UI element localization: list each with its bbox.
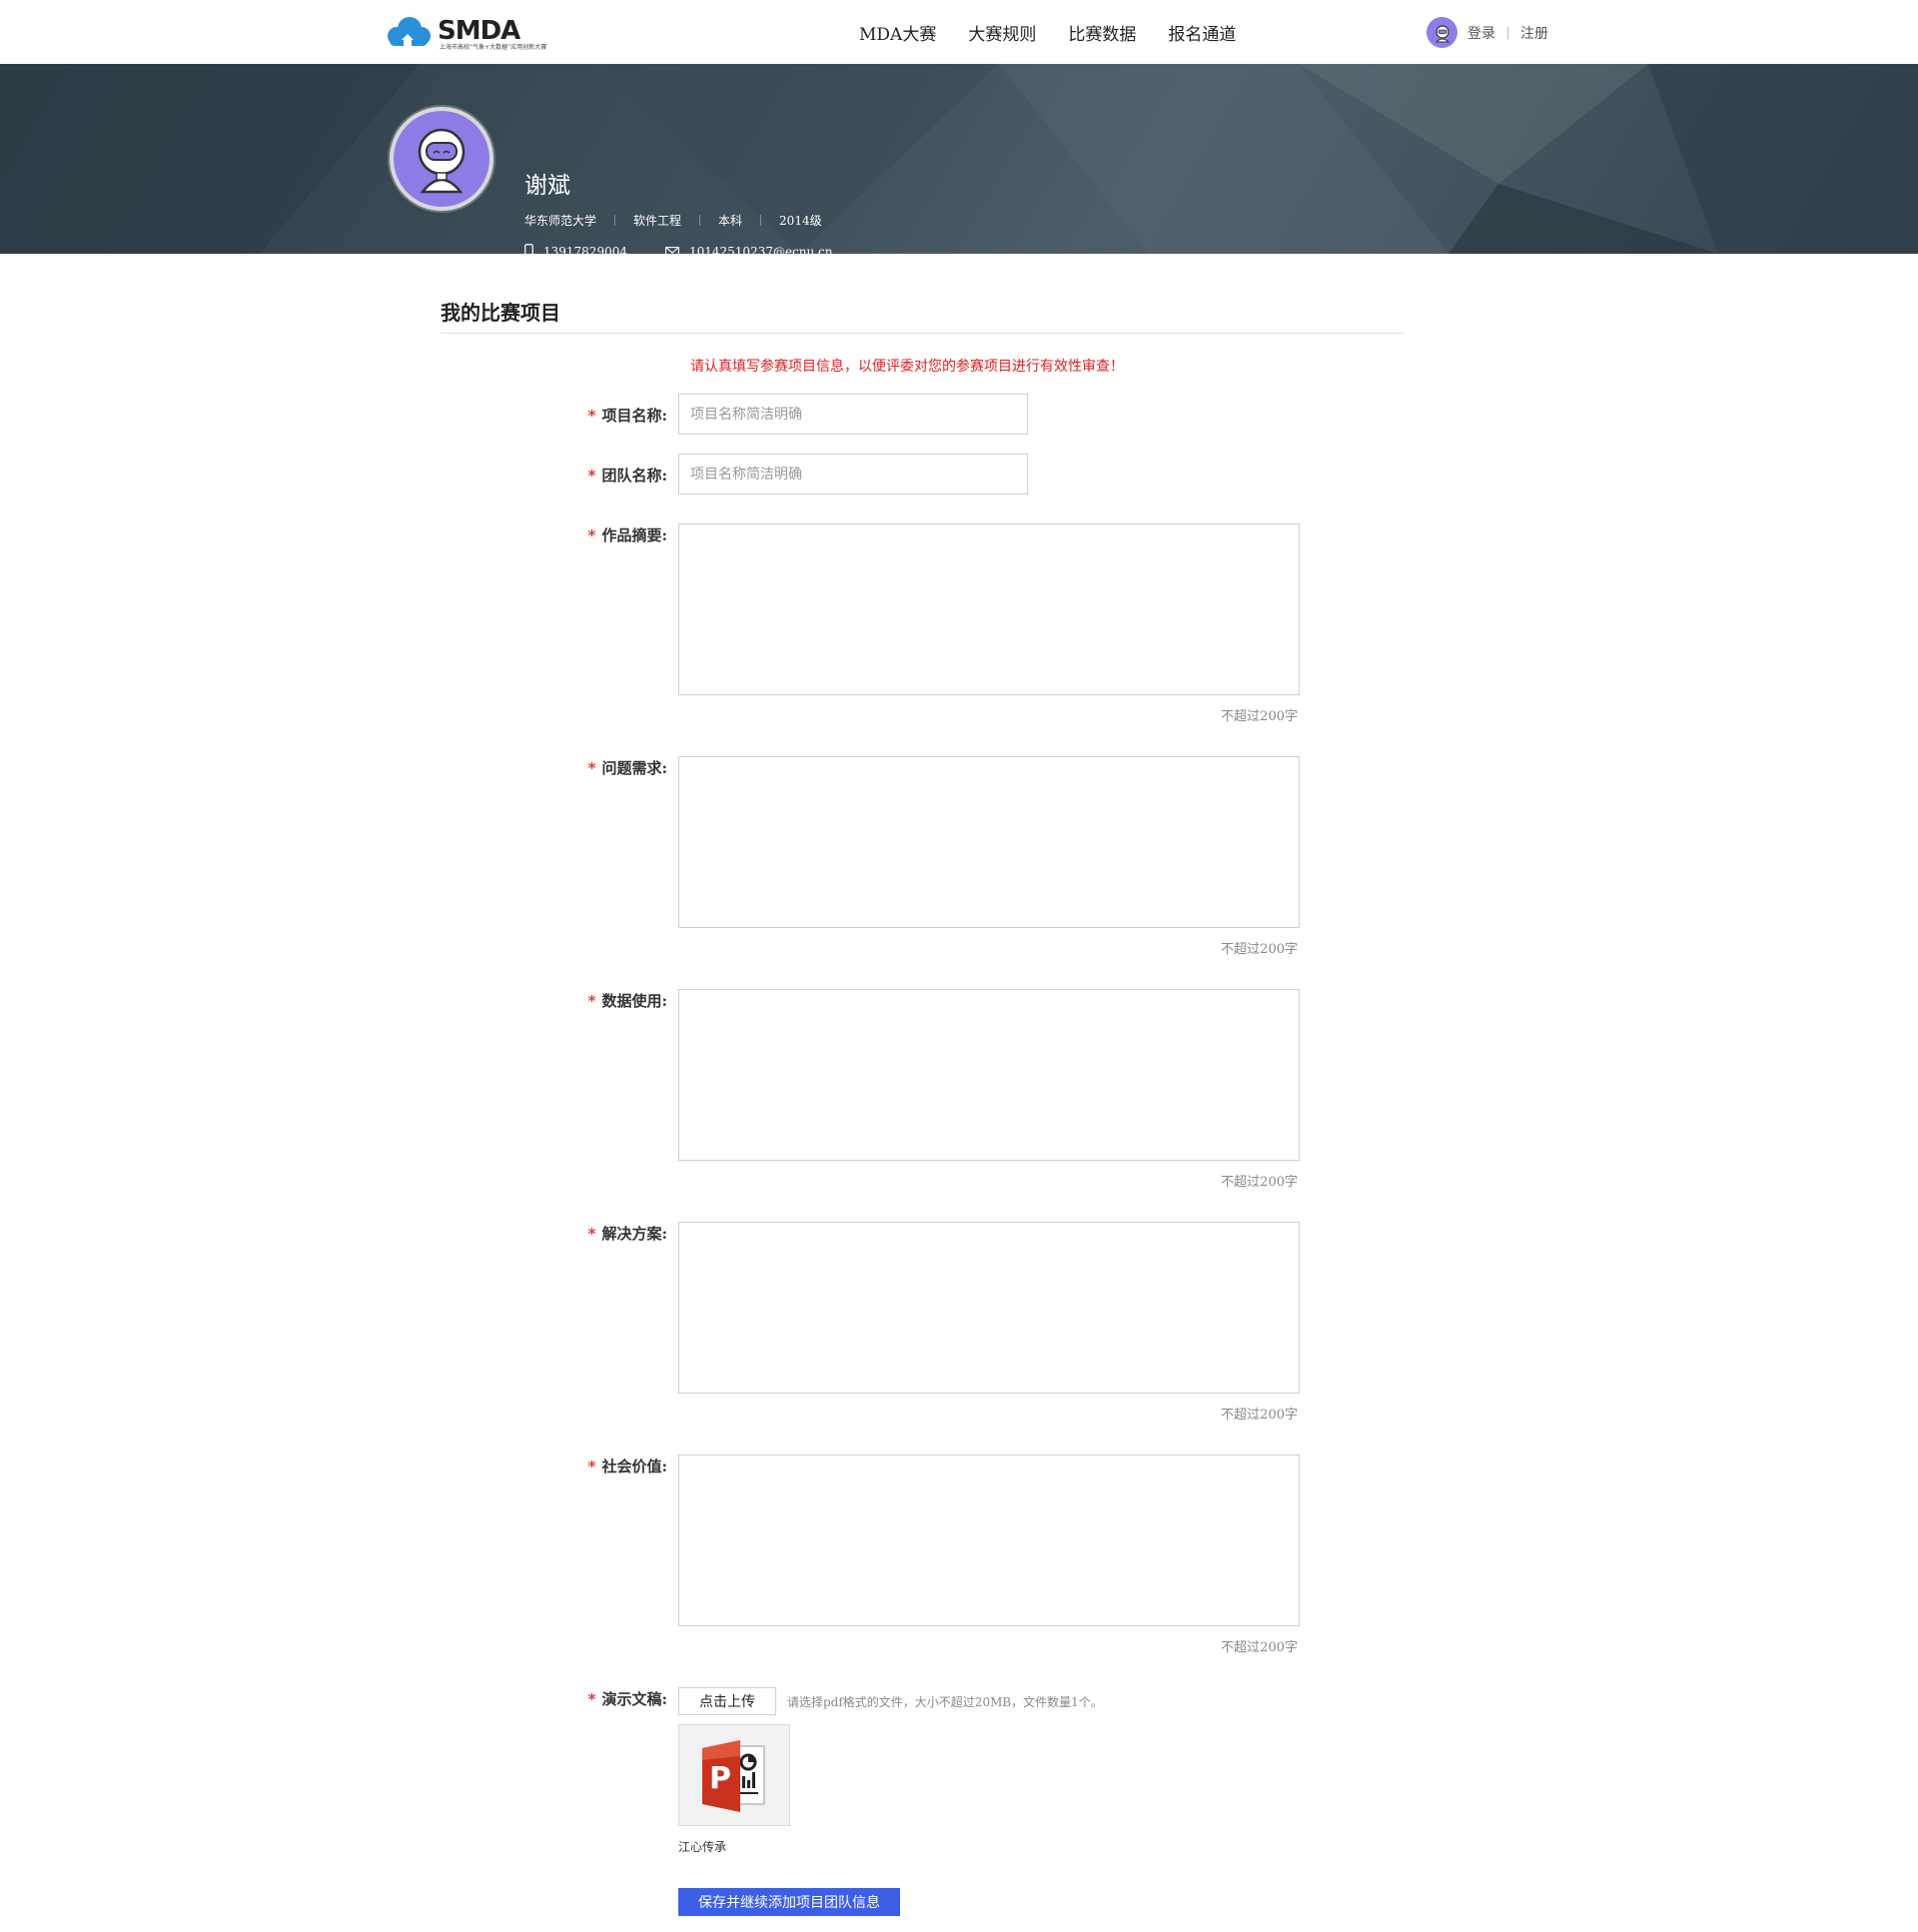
main-nav: MDA大赛 大赛规则 比赛数据 报名通道 (859, 0, 1268, 64)
project-name-input[interactable] (678, 394, 1028, 435)
info-divider (760, 215, 762, 226)
profile-email: 10142510237@ecnu.cn (688, 244, 833, 255)
team-name-input[interactable] (678, 454, 1028, 494)
nav-item-mda[interactable]: MDA大赛 (859, 20, 936, 45)
page-title: 我的比赛项目 (441, 301, 560, 325)
logo-text: SMDA (438, 16, 520, 46)
social-value-label: * 社会价值: (587, 1457, 667, 1475)
profile-avatar (390, 107, 493, 211)
team-name-label: * 团队名称: (587, 467, 667, 484)
info-divider (614, 215, 616, 226)
profile-degree: 本科 (718, 214, 743, 228)
profile-info: 华东师范大学 软件工程 本科 2014级 (524, 212, 822, 229)
login-link[interactable]: 登录 (1467, 23, 1495, 43)
abstract-textarea[interactable] (678, 523, 1300, 695)
info-divider (699, 215, 701, 226)
profile-major: 软件工程 (633, 214, 682, 228)
mail-icon (665, 246, 679, 254)
top-navbar: SMDA 上海市高校“气象+大数据”应用创新大赛 MDA大赛 大赛规则 比赛数据… (0, 0, 1918, 64)
abstract-limit-hint: 不超过200字 (1221, 709, 1298, 724)
title-divider (441, 333, 1405, 334)
site-logo[interactable]: SMDA 上海市高校“气象+大数据”应用创新大赛 (380, 12, 579, 52)
logo-subtitle: 上海市高校“气象+大数据”应用创新大赛 (440, 43, 546, 51)
banner-background (0, 64, 1918, 254)
solution-label: * 解决方案: (587, 1225, 667, 1243)
auth-area: 登录 注册 (1427, 17, 1548, 48)
profile-contact: 13917829004 10142510237@ecnu.cn (524, 244, 833, 254)
upload-tip: 请选择pdf格式的文件，大小不超过20MB，文件数量1个。 (787, 1695, 1103, 1709)
data-usage-label: * 数据使用: (587, 992, 667, 1010)
profile-grade: 2014级 (779, 214, 822, 228)
slides-label: * 演示文稿: (587, 1690, 667, 1708)
profile-name: 谢斌 (524, 173, 570, 199)
required-mark: * (587, 1690, 596, 1708)
social-value-limit-hint: 不超过200字 (1221, 1640, 1298, 1655)
uploaded-file-name: 江心传承 (678, 1840, 727, 1854)
powerpoint-icon: P (702, 1740, 765, 1812)
register-link[interactable]: 注册 (1520, 23, 1548, 43)
required-mark: * (587, 407, 596, 425)
abstract-label: * 作品摘要: (587, 526, 667, 544)
save-continue-button[interactable]: 保存并继续添加项目团队信息 (678, 1888, 900, 1916)
form-notice: 请认真填写参赛项目信息，以便评委对您的参赛项目进行有效性审查！ (690, 359, 1124, 375)
upload-button[interactable]: 点击上传 (678, 1687, 776, 1715)
nav-item-signup[interactable]: 报名通道 (1168, 20, 1236, 45)
user-avatar-icon[interactable] (1427, 17, 1457, 48)
required-mark: * (587, 526, 596, 544)
auth-divider (1507, 26, 1508, 39)
required-mark: * (587, 1457, 596, 1475)
required-mark: * (587, 992, 596, 1010)
problem-label: * 问题需求: (587, 759, 667, 777)
solution-limit-hint: 不超过200字 (1221, 1408, 1298, 1423)
astronaut-icon (418, 128, 466, 194)
nav-item-data[interactable]: 比赛数据 (1068, 20, 1136, 45)
uploaded-file-thumbnail[interactable]: P (678, 1724, 790, 1826)
phone-icon (524, 244, 533, 254)
data-usage-textarea[interactable] (678, 989, 1300, 1161)
required-mark: * (587, 759, 596, 777)
profile-school: 华东师范大学 (524, 214, 597, 228)
problem-limit-hint: 不超过200字 (1221, 942, 1298, 957)
social-value-textarea[interactable] (678, 1454, 1300, 1626)
data-usage-limit-hint: 不超过200字 (1221, 1175, 1298, 1190)
nav-item-rules[interactable]: 大赛规则 (968, 20, 1036, 45)
project-name-label: * 项目名称: (587, 407, 667, 425)
profile-phone: 13917829004 (543, 244, 627, 255)
profile-banner: 谢斌 华东师范大学 软件工程 本科 2014级 13917829004 1014… (0, 64, 1918, 254)
svg-text:P: P (709, 1761, 731, 1796)
required-mark: * (587, 467, 596, 484)
required-mark: * (587, 1225, 596, 1243)
solution-textarea[interactable] (678, 1222, 1300, 1394)
problem-textarea[interactable] (678, 756, 1300, 928)
